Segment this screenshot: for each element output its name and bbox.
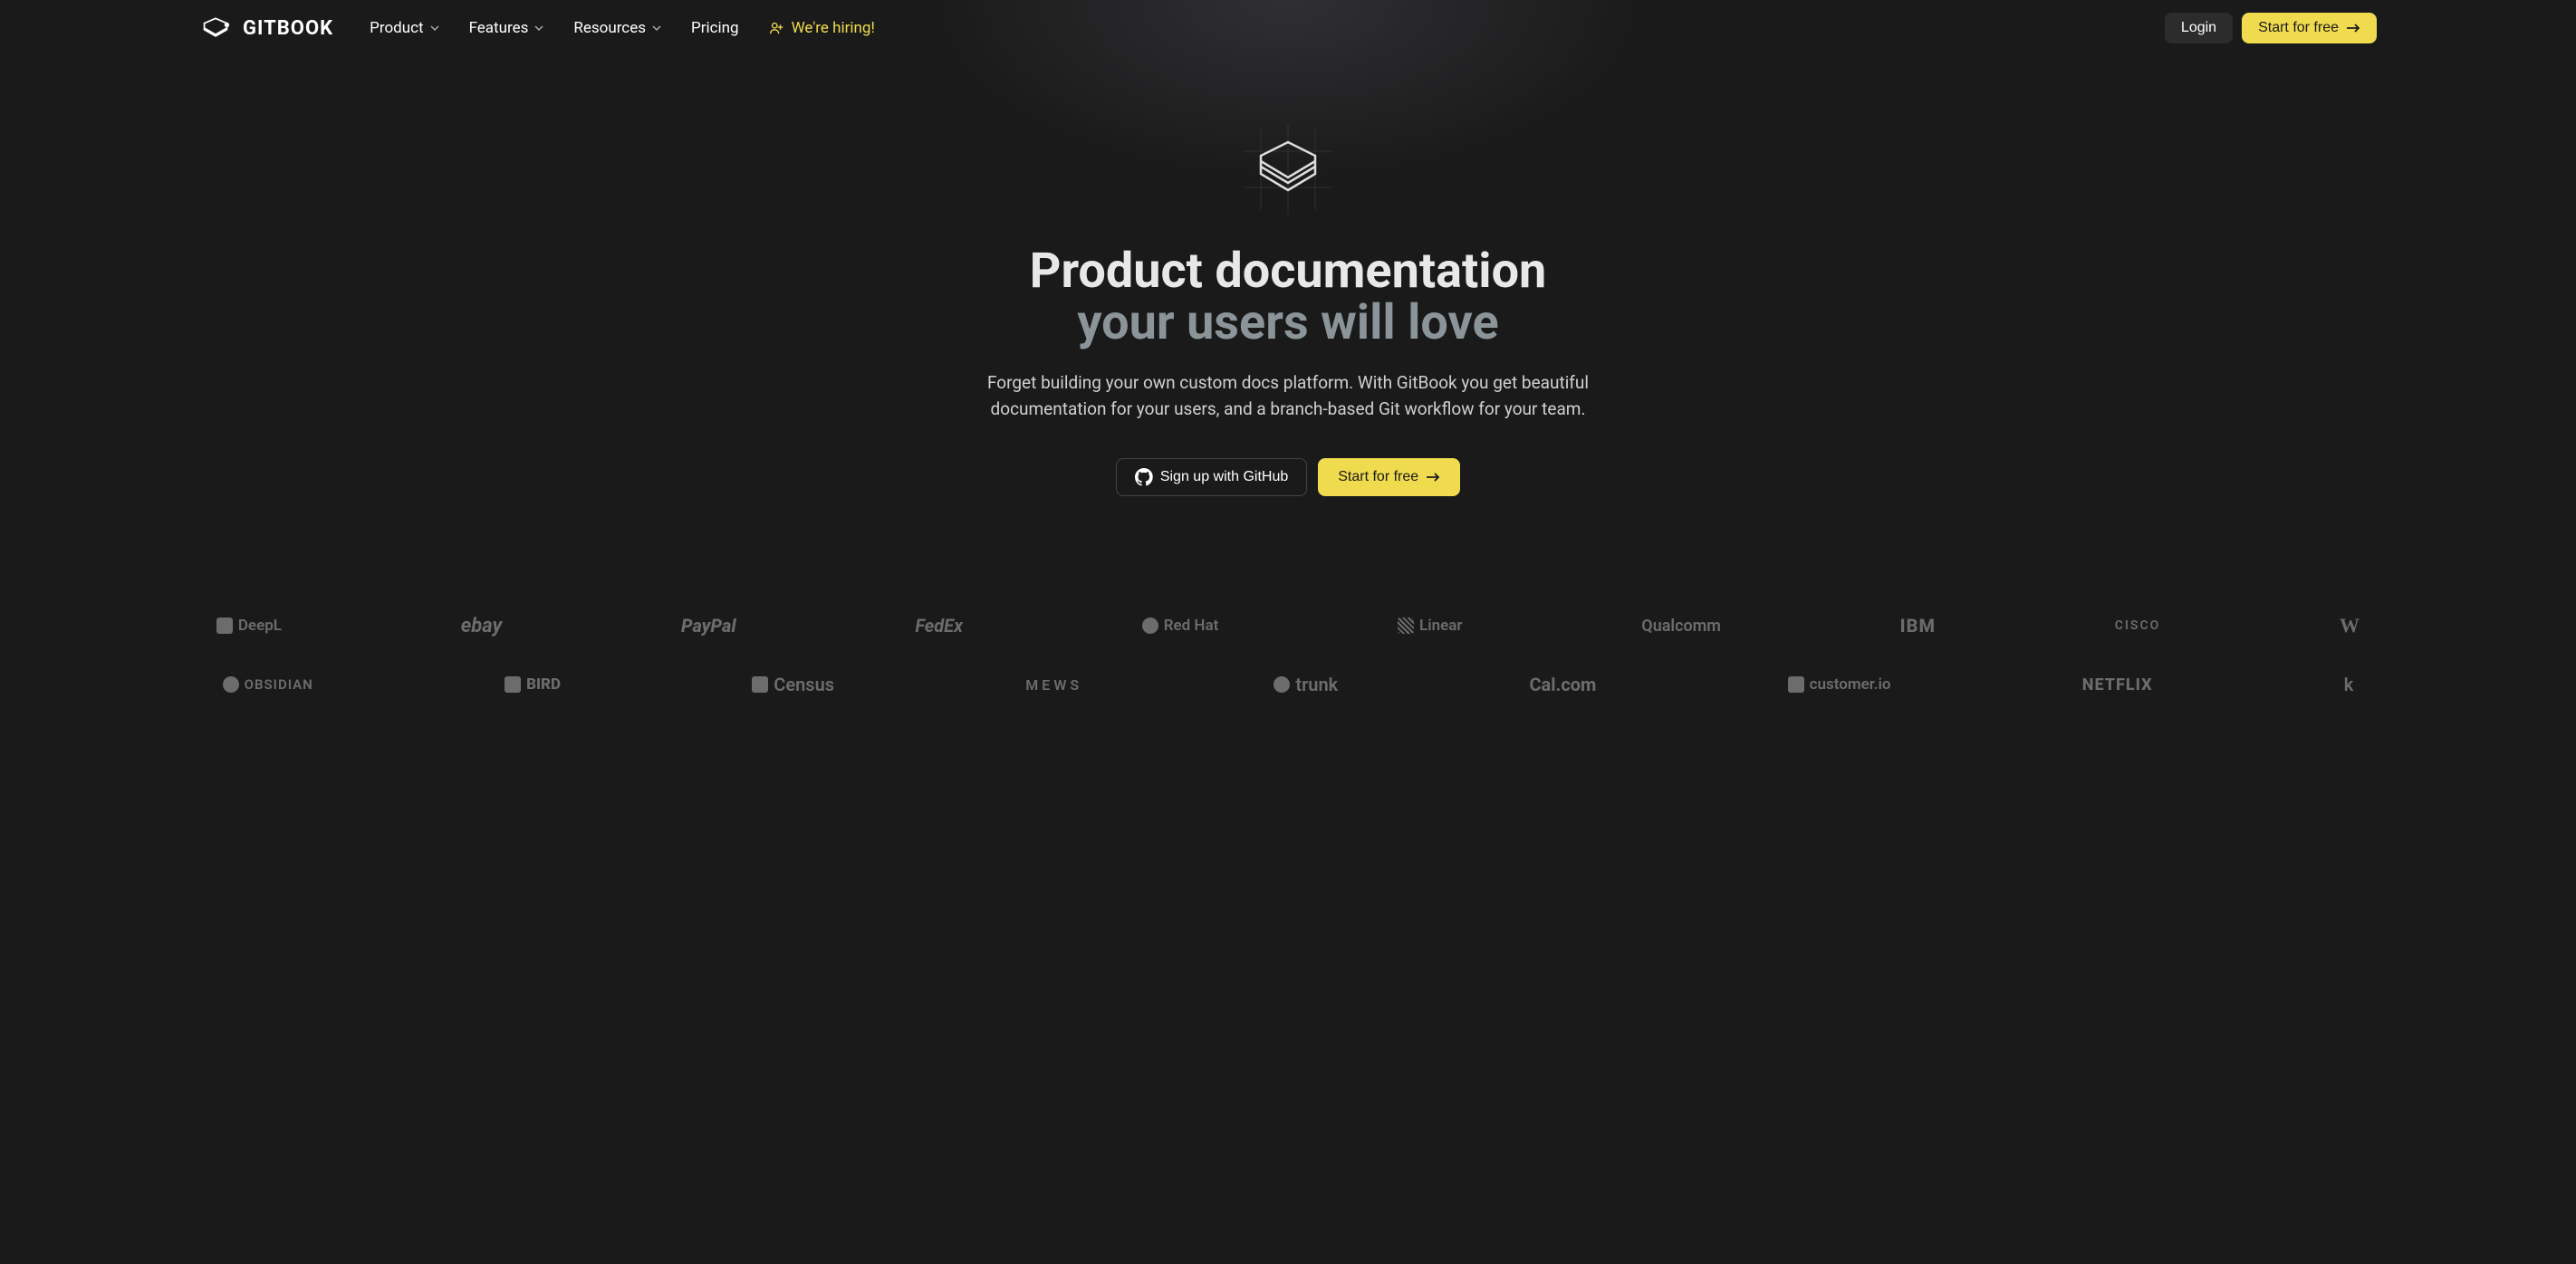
nav-pricing[interactable]: Pricing bbox=[691, 19, 739, 37]
logo-mews: MEWS bbox=[1025, 676, 1082, 694]
redhat-icon bbox=[1142, 618, 1158, 634]
hero-section: Product documentation your users will lo… bbox=[0, 56, 2576, 532]
logo-partial-w-text: W bbox=[2340, 614, 2360, 637]
hero-title: Product documentation your users will lo… bbox=[18, 246, 2558, 349]
logo-row-1: DeepL ebay PayPal FedEx Red Hat Linear Q… bbox=[145, 614, 2431, 637]
hero-icon-wrap bbox=[18, 120, 2558, 219]
logo-obsidian: OBSIDIAN bbox=[223, 676, 313, 693]
logo-ebay: ebay bbox=[461, 615, 503, 637]
logo-obsidian-text: OBSIDIAN bbox=[245, 676, 313, 693]
nav-resources[interactable]: Resources bbox=[573, 19, 662, 37]
nav-resources-label: Resources bbox=[573, 19, 646, 37]
logo-qualcomm-text: Qualcomm bbox=[1641, 617, 1721, 636]
hero-gitbook-icon bbox=[1234, 120, 1342, 219]
logo-calcom: Cal.com bbox=[1529, 674, 1596, 695]
logo-customerio-text: customer.io bbox=[1810, 675, 1891, 694]
trunk-icon bbox=[1274, 676, 1290, 693]
census-icon bbox=[752, 676, 768, 693]
bird-icon bbox=[505, 676, 521, 693]
logo-row-2: OBSIDIAN BIRD Census MEWS trunk Cal.com … bbox=[145, 674, 2431, 695]
deepl-icon bbox=[216, 618, 233, 634]
logo-deepl-text: DeepL bbox=[238, 617, 282, 635]
logo-netflix: NETFLIX bbox=[2082, 675, 2153, 694]
obsidian-icon bbox=[223, 676, 239, 693]
logo-deepl: DeepL bbox=[216, 617, 282, 635]
logo-linear: Linear bbox=[1398, 617, 1463, 635]
nav-pricing-label: Pricing bbox=[691, 19, 739, 37]
nav-features-label: Features bbox=[469, 19, 529, 37]
logo-qualcomm: Qualcomm bbox=[1641, 617, 1721, 636]
logo-ebay-text: ebay bbox=[461, 615, 503, 637]
logo-cisco: CISCO bbox=[2115, 618, 2161, 633]
hero-cta: Sign up with GitHub Start for free bbox=[18, 458, 2558, 496]
arrow-right-icon bbox=[2346, 23, 2360, 34]
brand-name: GITBOOK bbox=[243, 17, 333, 40]
github-signup-label: Sign up with GitHub bbox=[1160, 469, 1288, 485]
main-nav: Product Features Resources Pricing bbox=[370, 19, 875, 37]
logo-redhat: Red Hat bbox=[1142, 617, 1219, 635]
nav-product[interactable]: Product bbox=[370, 19, 439, 37]
logo-customerio: customer.io bbox=[1788, 675, 1891, 694]
logo-census-text: Census bbox=[774, 674, 834, 695]
nav-features[interactable]: Features bbox=[469, 19, 545, 37]
logo-trunk: trunk bbox=[1274, 674, 1338, 695]
start-free-hero-button[interactable]: Start for free bbox=[1318, 458, 1460, 496]
logo-calcom-text: Cal.com bbox=[1529, 674, 1596, 695]
logo-partial-k-text: k bbox=[2344, 674, 2354, 695]
logo-partial-k: k bbox=[2344, 674, 2354, 695]
gitbook-icon bbox=[199, 14, 232, 43]
logo-fedex: FedEx bbox=[915, 615, 963, 637]
logo-linear-text: Linear bbox=[1419, 617, 1463, 635]
start-free-header-label: Start for free bbox=[2258, 20, 2339, 36]
logo-ibm: IBM bbox=[1900, 615, 1936, 637]
chevron-down-icon bbox=[651, 23, 662, 34]
logo-netflix-text: NETFLIX bbox=[2082, 675, 2153, 694]
logo-mews-text: MEWS bbox=[1025, 676, 1082, 694]
github-signup-button[interactable]: Sign up with GitHub bbox=[1116, 458, 1307, 496]
brand-logo[interactable]: GITBOOK bbox=[199, 14, 333, 43]
logo-cisco-text: CISCO bbox=[2115, 618, 2161, 633]
login-button[interactable]: Login bbox=[2165, 13, 2233, 43]
linear-icon bbox=[1398, 618, 1414, 634]
github-icon bbox=[1135, 468, 1153, 486]
user-plus-icon bbox=[768, 20, 784, 36]
hero-subtitle: Forget building your own custom docs pla… bbox=[971, 370, 1605, 422]
customer-logos: DeepL ebay PayPal FedEx Red Hat Linear Q… bbox=[0, 532, 2576, 768]
header-right: Login Start for free bbox=[2165, 13, 2377, 43]
logo-paypal: PayPal bbox=[681, 615, 736, 637]
logo-bird-text: BIRD bbox=[526, 675, 561, 694]
logo-bird: BIRD bbox=[505, 675, 561, 694]
chevron-down-icon bbox=[533, 23, 544, 34]
logo-census: Census bbox=[752, 674, 834, 695]
nav-product-label: Product bbox=[370, 19, 423, 37]
hero-title-line1: Product documentation bbox=[18, 246, 2558, 298]
start-free-hero-label: Start for free bbox=[1338, 469, 1418, 485]
logo-trunk-text: trunk bbox=[1295, 674, 1338, 695]
login-label: Login bbox=[2181, 20, 2216, 36]
logo-partial-w: W bbox=[2340, 614, 2360, 637]
header: GITBOOK Product Features Resources Prici… bbox=[0, 0, 2576, 56]
logo-fedex-text: FedEx bbox=[915, 615, 963, 637]
customerio-icon bbox=[1788, 676, 1804, 693]
header-left: GITBOOK Product Features Resources Prici… bbox=[199, 14, 875, 43]
logo-ibm-text: IBM bbox=[1900, 615, 1936, 637]
nav-hiring-label: We're hiring! bbox=[792, 19, 875, 37]
nav-hiring[interactable]: We're hiring! bbox=[768, 19, 875, 37]
start-free-header-button[interactable]: Start for free bbox=[2242, 13, 2377, 43]
logo-paypal-text: PayPal bbox=[681, 615, 736, 637]
hero-title-line2: your users will love bbox=[18, 298, 2558, 350]
logo-redhat-text: Red Hat bbox=[1164, 617, 1219, 635]
chevron-down-icon bbox=[429, 23, 440, 34]
arrow-right-icon bbox=[1426, 472, 1440, 483]
